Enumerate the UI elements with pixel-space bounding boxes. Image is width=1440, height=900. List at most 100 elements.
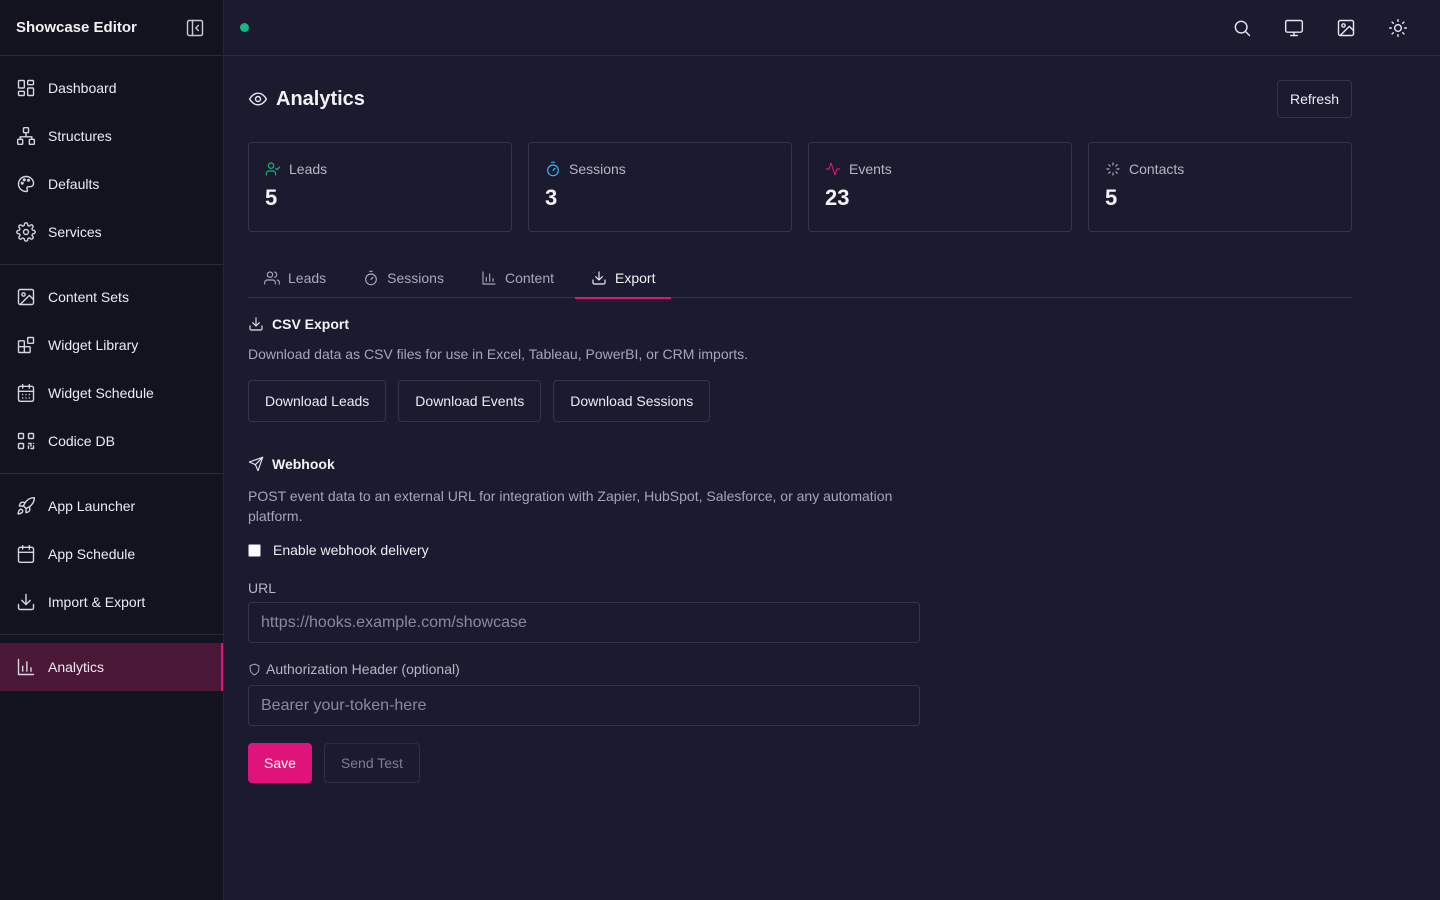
stat-value: 5 (265, 185, 278, 210)
sidebar-item-label: Services (48, 224, 102, 240)
stat-label: Sessions (569, 161, 626, 177)
sidebar-item-widget-library[interactable]: Widget Library (0, 321, 223, 369)
stat-value: 23 (825, 185, 850, 210)
tab-content[interactable]: Content (481, 258, 554, 298)
image-icon[interactable] (1334, 16, 1358, 40)
stat-card-sessions: Sessions 3 (528, 142, 792, 232)
stat-label: Leads (289, 161, 328, 177)
sidebar-item-label: Codice DB (48, 433, 115, 449)
webhook-section: Webhook POST event data to an external U… (248, 456, 920, 783)
analytics-tabs: Leads Sessions Content Export (248, 258, 1352, 299)
webhook-description: POST event data to an external URL for i… (248, 488, 893, 524)
page-title: Analytics (276, 87, 365, 110)
tab-sessions[interactable]: Sessions (363, 258, 444, 298)
sidebar: Showcase Editor Dashboard Structures Def… (0, 0, 224, 900)
save-button[interactable]: Save (248, 743, 312, 783)
download-icon (591, 270, 607, 286)
stat-label: Events (849, 161, 892, 177)
monitor-icon[interactable] (1282, 16, 1306, 40)
refresh-button[interactable]: Refresh (1276, 80, 1352, 118)
sidebar-item-label: Widget Library (48, 337, 139, 353)
calendar-icon (16, 544, 36, 564)
palette-icon (16, 174, 36, 194)
stats-row: Leads 5 Sessions 3 Events 23 Contacts 5 (248, 142, 1352, 232)
sidebar-item-content-sets[interactable]: Content Sets (0, 273, 223, 321)
send-test-button[interactable]: Send Test (323, 743, 420, 783)
timer-icon (545, 161, 561, 177)
sidebar-item-defaults[interactable]: Defaults (0, 160, 223, 208)
section-title-text: Webhook (272, 456, 335, 472)
activity-icon (825, 161, 841, 177)
tab-label: Sessions (387, 270, 444, 286)
url-label: URL (248, 580, 920, 596)
stat-label: Contacts (1129, 161, 1185, 177)
bar-chart-icon (481, 270, 497, 286)
sidebar-item-label: Import & Export (48, 594, 146, 610)
sidebar-item-structures[interactable]: Structures (0, 112, 223, 160)
tab-label: Leads (288, 270, 327, 286)
send-icon (248, 456, 264, 472)
sidebar-item-label: Widget Schedule (48, 385, 154, 401)
sidebar-item-import-export[interactable]: Import & Export (0, 578, 223, 626)
csv-export-title: CSV Export (248, 316, 1352, 332)
users-icon (264, 270, 280, 286)
csv-export-description: Download data as CSV files for use in Ex… (248, 346, 749, 362)
search-icon[interactable] (1230, 16, 1254, 40)
sidebar-item-dashboard[interactable]: Dashboard (0, 64, 223, 112)
topbar (224, 0, 1440, 56)
sitemap-icon (16, 126, 36, 146)
webhook-enable-checkbox[interactable] (248, 543, 261, 557)
sun-icon[interactable] (1386, 16, 1410, 40)
tab-label: Content (504, 270, 555, 286)
webhook-actions: Save Send Test (248, 743, 920, 783)
sidebar-item-services[interactable]: Services (0, 208, 223, 256)
stat-value: 3 (545, 185, 558, 210)
download-events-button[interactable]: Download Events (398, 380, 542, 422)
app-title: Showcase Editor (16, 19, 137, 36)
sidebar-collapse-icon[interactable] (183, 16, 207, 40)
auth-header-input[interactable] (248, 685, 920, 726)
timer-icon (363, 270, 379, 286)
webhook-enable-row[interactable]: Enable webhook delivery (248, 542, 920, 558)
grid-icon (16, 78, 36, 98)
stat-card-contacts: Contacts 5 (1088, 142, 1352, 232)
section-title-text: CSV Export (272, 316, 350, 332)
sidebar-item-app-launcher[interactable]: App Launcher (0, 482, 223, 530)
url-label-text: URL (248, 580, 277, 596)
gear-icon (16, 222, 36, 242)
tab-label: Export (615, 270, 656, 286)
page-header: Analytics Refresh (248, 56, 1352, 142)
download-icon (248, 316, 264, 332)
nav-group-main: Dashboard Structures Defaults Services (0, 56, 223, 265)
stat-card-events: Events 23 (808, 142, 1072, 232)
sidebar-item-label: App Launcher (48, 498, 136, 514)
sidebar-item-label: Analytics (48, 659, 105, 675)
nav-group-apps: App Launcher App Schedule Import & Expor… (0, 474, 223, 635)
sidebar-item-codice-db[interactable]: Codice DB (0, 417, 223, 465)
tab-export[interactable]: Export (574, 258, 673, 299)
qr-icon (16, 431, 36, 451)
auth-header-label-text: Authorization Header (optional) (266, 661, 460, 677)
main-content: Analytics Refresh Leads 5 Sessions 3 Eve… (248, 56, 1352, 783)
download-sessions-button[interactable]: Download Sessions (553, 380, 711, 422)
sidebar-item-widget-schedule[interactable]: Widget Schedule (0, 369, 223, 417)
calendar-grid-icon (16, 383, 36, 403)
image-icon (16, 287, 36, 307)
sparkle-icon (1105, 161, 1121, 177)
stat-card-leads: Leads 5 (248, 142, 512, 232)
webhook-title: Webhook (248, 456, 920, 472)
shield-icon (248, 663, 261, 676)
eye-icon (248, 89, 268, 109)
rocket-icon (16, 496, 36, 516)
download-leads-button[interactable]: Download Leads (248, 380, 387, 422)
status-indicator (240, 23, 249, 32)
sidebar-item-analytics[interactable]: Analytics (0, 643, 223, 691)
sidebar-item-app-schedule[interactable]: App Schedule (0, 530, 223, 578)
sidebar-item-label: Content Sets (48, 289, 129, 305)
sidebar-item-label: Structures (48, 128, 112, 144)
nav-group-content: Content Sets Widget Library Widget Sched… (0, 265, 223, 474)
tab-leads[interactable]: Leads (264, 258, 326, 298)
csv-download-buttons: Download Leads Download Events Download … (248, 380, 1352, 422)
webhook-url-input[interactable] (248, 602, 920, 643)
sidebar-item-label: Defaults (48, 176, 100, 192)
